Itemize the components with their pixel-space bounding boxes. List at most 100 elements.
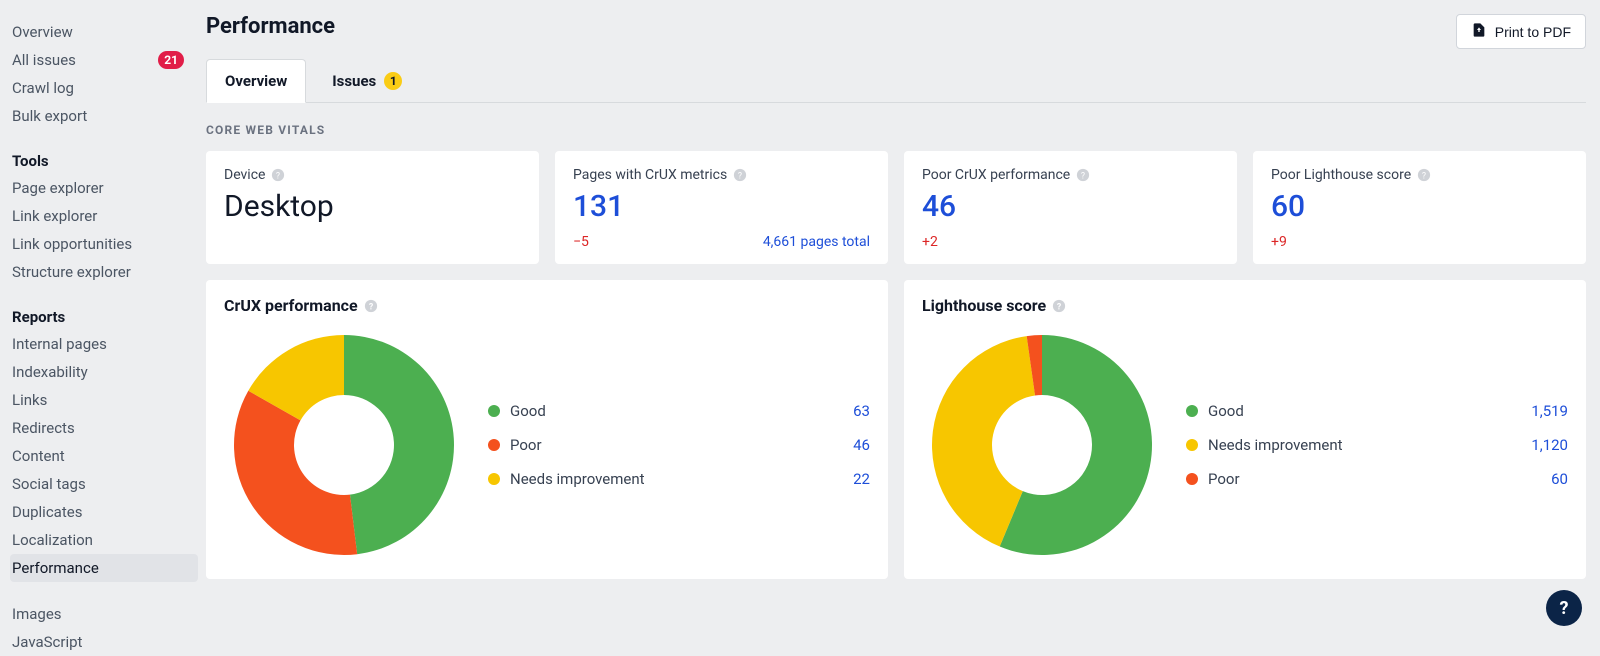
vitals-card-label: Poor Lighthouse score? (1271, 167, 1568, 183)
vitals-card-label: Device? (224, 167, 521, 183)
vitals-delta: −5 (573, 234, 589, 250)
legend-row[interactable]: Poor46 (488, 436, 870, 454)
print-pdf-button[interactable]: Print to PDF (1456, 14, 1586, 49)
legend-label: Needs improvement (510, 470, 645, 488)
sidebar-item-label: Internal pages (12, 335, 107, 353)
tab[interactable]: Issues 1 (314, 60, 420, 102)
sidebar-badge: 21 (158, 51, 184, 69)
sidebar-item-label: Links (12, 391, 47, 409)
sidebar: OverviewAll issues21Crawl log Bulk export… (0, 0, 198, 644)
tab-badge: 1 (384, 72, 402, 90)
sidebar-item-label: JavaScript (12, 633, 82, 651)
legend-swatch (488, 473, 500, 485)
help-icon[interactable]: ? (1076, 168, 1090, 182)
vitals-card-value: Desktop (224, 189, 521, 224)
legend-value: 60 (1551, 470, 1568, 488)
tab[interactable]: Overview (206, 59, 306, 103)
legend-row[interactable]: Needs improvement 1,120 (1186, 436, 1568, 454)
legend-value: 1,120 (1531, 436, 1568, 454)
help-icon[interactable]: ? (364, 299, 378, 313)
sidebar-item[interactable]: Content (10, 442, 198, 470)
vitals-card-footer: −5 4,661 pages total (573, 234, 870, 250)
crux-donut (224, 325, 464, 565)
sidebar-item[interactable]: Social tags (10, 470, 198, 498)
crux-chart-card: CrUX performance ? Good63 Poor46 Needs imp… (206, 280, 888, 579)
download-file-icon (1471, 22, 1487, 41)
sidebar-item[interactable]: Indexability (10, 358, 198, 386)
vitals-card-value[interactable]: 60 (1271, 189, 1568, 224)
legend-label: Needs improvement (1208, 436, 1343, 454)
legend-value: 22 (853, 470, 870, 488)
svg-text:?: ? (368, 302, 373, 312)
sidebar-item-label: Indexability (12, 363, 88, 381)
help-icon[interactable]: ? (733, 168, 747, 182)
sidebar-item[interactable]: Localization (10, 526, 198, 554)
sidebar-item[interactable]: Link explorer (10, 202, 198, 230)
sidebar-item-label: Page explorer (12, 179, 104, 197)
vitals-card-label: Poor CrUX performance? (922, 167, 1219, 183)
legend-row[interactable]: Needs improvement 22 (488, 470, 870, 488)
sidebar-item[interactable]: Performance (10, 554, 198, 582)
vitals-extra-link[interactable]: 4,661 pages total (763, 234, 870, 250)
vitals-delta: +2 (922, 234, 938, 250)
sidebar-item-label: Link opportunities (12, 235, 132, 253)
page-title: Performance (206, 14, 335, 39)
tab-label: Issues (332, 72, 376, 90)
crux-chart-body: Good63 Poor46 Needs improvement 22 (224, 325, 870, 565)
sidebar-item[interactable]: Internal pages (10, 330, 198, 358)
help-icon[interactable]: ? (1052, 299, 1066, 313)
sidebar-item[interactable]: Link opportunities (10, 230, 198, 258)
vitals-card-footer: +2 (922, 234, 1219, 250)
sidebar-item-label: Localization (12, 531, 93, 549)
vitals-card: Poor CrUX performance? 46 +2 (904, 151, 1237, 264)
vitals-card: Pages with CrUX metrics? 131 −5 4,661 pages… (555, 151, 888, 264)
sidebar-item[interactable]: Duplicates (10, 498, 198, 526)
vitals-card-footer: +9 (1271, 234, 1568, 250)
sidebar-item[interactable]: All issues21 (10, 46, 198, 74)
crux-chart-title: CrUX performance ? (224, 296, 870, 315)
legend-row[interactable]: Good63 (488, 402, 870, 420)
sidebar-item-label: Redirects (12, 419, 75, 437)
vitals-card-label: Pages with CrUX metrics? (573, 167, 870, 183)
svg-text:?: ? (738, 172, 742, 182)
sidebar-item[interactable]: Links (10, 386, 198, 414)
vitals-card: Device? Desktop (206, 151, 539, 264)
sidebar-item[interactable]: Bulk export (10, 102, 198, 130)
sidebar-item-label: Structure explorer (12, 263, 131, 281)
sidebar-item[interactable]: Images (10, 600, 198, 628)
vitals-card-value[interactable]: 46 (922, 189, 1219, 224)
section-label: CORE WEB VITALS (206, 123, 1586, 137)
sidebar-item-label: Images (12, 605, 62, 623)
vitals-delta: +9 (1271, 234, 1287, 250)
sidebar-item[interactable]: Crawl log (10, 74, 198, 102)
legend-swatch (488, 405, 500, 417)
help-icon[interactable]: ? (271, 168, 285, 182)
sidebar-item[interactable]: Overview (10, 18, 198, 46)
legend-row[interactable]: Good1,519 (1186, 402, 1568, 420)
tab-label: Overview (225, 72, 287, 90)
sidebar-reports-group: Reports Internal pages Indexability Links R… (10, 304, 198, 582)
legend-value: 63 (853, 402, 870, 420)
sidebar-tools-group: Tools Page explorerLink explorerLink opp… (10, 148, 198, 286)
sidebar-item-label: Link explorer (12, 207, 97, 225)
sidebar-item[interactable]: Page explorer (10, 174, 198, 202)
crux-chart-title-text: CrUX performance (224, 296, 358, 315)
vitals-row: Device? Desktop Pages with CrUX metrics? 13… (206, 151, 1586, 264)
donut-segment[interactable] (344, 335, 454, 554)
vitals-card-value[interactable]: 131 (573, 189, 870, 224)
legend-swatch (1186, 439, 1198, 451)
sidebar-item[interactable]: Redirects (10, 414, 198, 442)
lighthouse-chart-body: Good1,519 Needs improvement 1,120 Poor60 (922, 325, 1568, 565)
help-fab[interactable]: ? (1546, 590, 1582, 626)
sidebar-extra-group: Images JavaScript (10, 600, 198, 656)
sidebar-item[interactable]: Structure explorer (10, 258, 198, 286)
help-icon[interactable]: ? (1417, 168, 1431, 182)
crux-legend: Good63 Poor46 Needs improvement 22 (488, 402, 870, 488)
tabs: Overview Issues 1 (206, 59, 1586, 103)
main-content: Performance Print to PDF Overview Issues 1… (198, 0, 1600, 644)
legend-row[interactable]: Poor60 (1186, 470, 1568, 488)
sidebar-heading-reports: Reports (10, 304, 198, 330)
sidebar-item[interactable]: JavaScript (10, 628, 198, 656)
sidebar-item-label: Bulk export (12, 107, 87, 125)
sidebar-top-group: OverviewAll issues21Crawl log Bulk export (10, 18, 198, 130)
